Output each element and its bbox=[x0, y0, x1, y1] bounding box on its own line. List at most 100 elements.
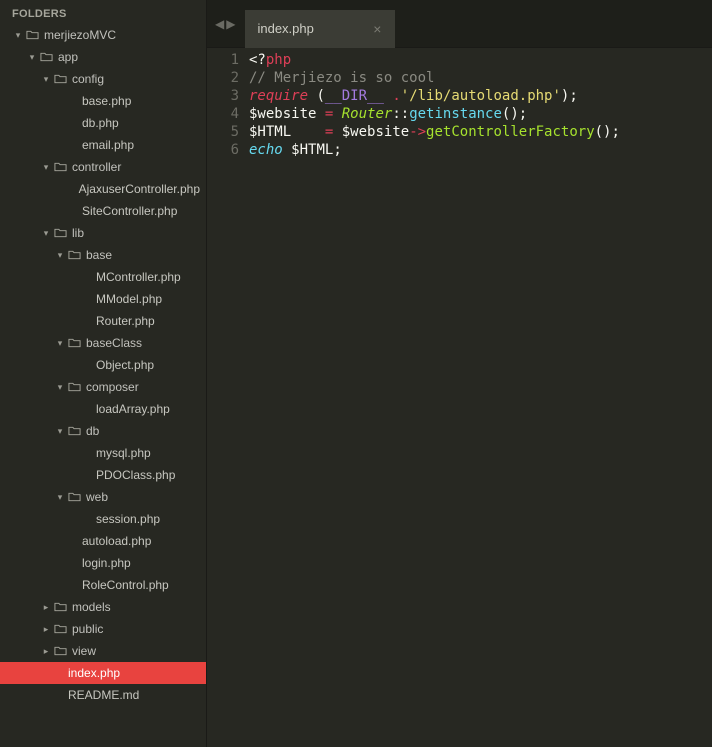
line-number: 6 bbox=[207, 141, 239, 159]
tree-item-label: db bbox=[86, 424, 99, 438]
file-item[interactable]: email.php bbox=[0, 134, 206, 156]
folder-item[interactable]: ▸view bbox=[0, 640, 206, 662]
tree-item-label: app bbox=[58, 50, 78, 64]
disclosure-icon[interactable]: ▾ bbox=[40, 228, 52, 239]
sidebar-header: FOLDERS bbox=[0, 4, 206, 24]
tree-item-label: db.php bbox=[82, 116, 119, 130]
line-number: 1 bbox=[207, 51, 239, 69]
file-item[interactable]: index.php bbox=[0, 662, 206, 684]
code-token: $website bbox=[342, 124, 409, 140]
file-item[interactable]: SiteController.php bbox=[0, 200, 206, 222]
folder-item[interactable]: ▸public bbox=[0, 618, 206, 640]
tree-item-label: MModel.php bbox=[96, 292, 162, 306]
tree-item-label: session.php bbox=[96, 512, 160, 526]
editor-pane: ◀ ▶ index.php × 123456 <?php// Merjiezo … bbox=[207, 0, 712, 747]
tree-item-label: AjaxuserController.php bbox=[79, 182, 200, 196]
disclosure-icon[interactable]: ▸ bbox=[40, 602, 52, 613]
tree-item-label: web bbox=[86, 490, 108, 504]
tree-item-label: index.php bbox=[68, 666, 120, 680]
code-token: getControllerFactory bbox=[426, 124, 595, 140]
code-content[interactable]: <?php// Merjiezo is so coolrequire (__DI… bbox=[249, 51, 712, 747]
file-tab[interactable]: index.php × bbox=[245, 10, 395, 48]
tree-item-label: SiteController.php bbox=[82, 204, 177, 218]
file-item[interactable]: Object.php bbox=[0, 354, 206, 376]
disclosure-icon[interactable]: ▸ bbox=[40, 646, 52, 657]
disclosure-icon[interactable]: ▾ bbox=[40, 74, 52, 85]
folder-item[interactable]: ▾baseClass bbox=[0, 332, 206, 354]
disclosure-icon[interactable]: ▾ bbox=[40, 162, 52, 173]
file-item[interactable]: session.php bbox=[0, 508, 206, 530]
code-token: :: bbox=[392, 106, 409, 122]
code-token: '/lib/autoload.php' bbox=[401, 88, 561, 104]
file-item[interactable]: mysql.php bbox=[0, 442, 206, 464]
file-item[interactable]: autoload.php bbox=[0, 530, 206, 552]
folder-icon bbox=[66, 250, 82, 260]
folder-icon bbox=[66, 382, 82, 392]
code-token bbox=[316, 106, 324, 122]
disclosure-icon[interactable]: ▾ bbox=[12, 30, 24, 41]
code-line: <?php bbox=[249, 51, 712, 69]
file-item[interactable]: base.php bbox=[0, 90, 206, 112]
disclosure-icon[interactable]: ▾ bbox=[54, 338, 66, 349]
tab-label: index.php bbox=[257, 21, 313, 36]
code-token: __DIR__ bbox=[325, 88, 384, 104]
folder-item[interactable]: ▾ app bbox=[0, 46, 206, 68]
folder-icon bbox=[52, 602, 68, 612]
folder-item[interactable]: ▸ models bbox=[0, 596, 206, 618]
file-item[interactable]: AjaxuserController.php bbox=[0, 178, 206, 200]
tree-item-label: config bbox=[72, 72, 104, 86]
folder-item[interactable]: ▾ merjiezoMVC bbox=[0, 24, 206, 46]
file-item[interactable]: MController.php bbox=[0, 266, 206, 288]
folder-item[interactable]: ▾ db bbox=[0, 420, 206, 442]
tree-item-label: MController.php bbox=[96, 270, 181, 284]
file-item[interactable]: loadArray.php bbox=[0, 398, 206, 420]
disclosure-icon[interactable]: ▾ bbox=[54, 250, 66, 261]
code-line: require (__DIR__ .'/lib/autoload.php'); bbox=[249, 87, 712, 105]
tab-bar: ◀ ▶ index.php × bbox=[207, 0, 712, 48]
tree-item-label: controller bbox=[72, 160, 121, 174]
nav-back-icon[interactable]: ◀ bbox=[215, 17, 224, 31]
code-token: $HTML bbox=[291, 142, 333, 158]
tree-item-label: PDOClass.php bbox=[96, 468, 175, 482]
code-token: // Merjiezo is so cool bbox=[249, 70, 434, 86]
code-editor[interactable]: 123456 <?php// Merjiezo is so coolrequir… bbox=[207, 48, 712, 747]
folder-item[interactable]: ▾ lib bbox=[0, 222, 206, 244]
code-token: . bbox=[392, 88, 400, 104]
file-item[interactable]: db.php bbox=[0, 112, 206, 134]
tree-item-label: merjiezoMVC bbox=[44, 28, 116, 42]
folder-item[interactable]: ▾ controller bbox=[0, 156, 206, 178]
code-line: echo $HTML; bbox=[249, 141, 712, 159]
file-item[interactable]: login.php bbox=[0, 552, 206, 574]
tree-item-label: models bbox=[72, 600, 111, 614]
folder-item[interactable]: ▾ composer bbox=[0, 376, 206, 398]
disclosure-icon[interactable]: ▾ bbox=[54, 382, 66, 393]
close-icon[interactable]: × bbox=[371, 21, 383, 37]
nav-forward-icon[interactable]: ▶ bbox=[226, 17, 235, 31]
folder-item[interactable]: ▾ web bbox=[0, 486, 206, 508]
file-item[interactable]: PDOClass.php bbox=[0, 464, 206, 486]
tree-item-label: RoleControl.php bbox=[82, 578, 169, 592]
file-item[interactable]: MModel.php bbox=[0, 288, 206, 310]
disclosure-icon[interactable]: ▾ bbox=[54, 426, 66, 437]
code-token: ; bbox=[333, 142, 341, 158]
file-item[interactable]: RoleControl.php bbox=[0, 574, 206, 596]
folder-icon bbox=[38, 52, 54, 62]
file-item[interactable]: README.md bbox=[0, 684, 206, 706]
code-token: ( bbox=[308, 88, 325, 104]
file-item[interactable]: Router.php bbox=[0, 310, 206, 332]
code-line: $website = Router::getinstance(); bbox=[249, 105, 712, 123]
folder-icon bbox=[66, 426, 82, 436]
folder-icon bbox=[52, 162, 68, 172]
disclosure-icon[interactable]: ▾ bbox=[54, 492, 66, 503]
folder-icon bbox=[24, 30, 40, 40]
folder-icon bbox=[52, 624, 68, 634]
tree-item-label: composer bbox=[86, 380, 139, 394]
tree-item-label: lib bbox=[72, 226, 84, 240]
folder-item[interactable]: ▾base bbox=[0, 244, 206, 266]
tree-item-label: Object.php bbox=[96, 358, 154, 372]
folder-item[interactable]: ▾ config bbox=[0, 68, 206, 90]
disclosure-icon[interactable]: ▸ bbox=[40, 624, 52, 635]
disclosure-icon[interactable]: ▾ bbox=[26, 52, 38, 63]
code-token bbox=[333, 124, 341, 140]
code-token: $website bbox=[249, 106, 316, 122]
